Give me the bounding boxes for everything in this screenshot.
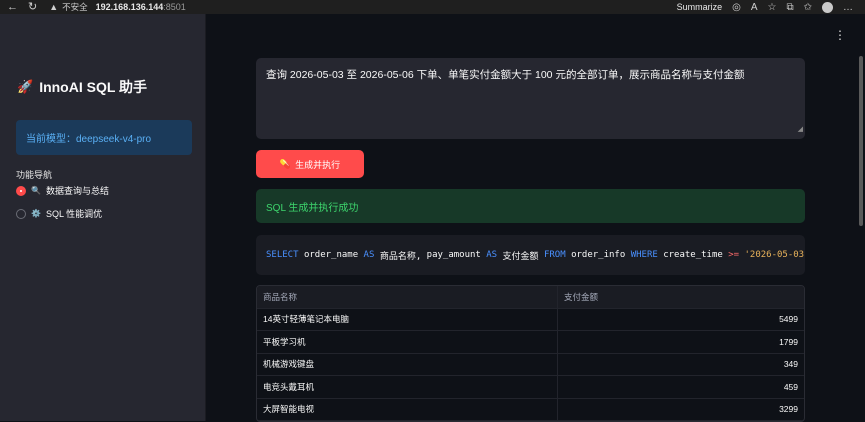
- url-host: 192.168.136.144:8501: [95, 2, 186, 12]
- profile-avatar[interactable]: [822, 1, 833, 13]
- cell-product-name[interactable]: 平板学习机: [257, 331, 558, 353]
- sql-keyword: AS: [363, 250, 375, 260]
- nav-heading: 功能导航: [16, 170, 53, 180]
- sql-keyword: WHERE: [630, 250, 658, 260]
- more-menu-icon[interactable]: …: [843, 2, 853, 13]
- sql-operator: >=: [728, 250, 740, 260]
- result-table[interactable]: 商品名称 支付金额 14英寸轻薄笔记本电脑 5499 平板学习机 1799 机械…: [256, 285, 805, 422]
- cell-pay-amount[interactable]: 3299: [558, 399, 804, 421]
- table-row: 14英寸轻薄笔记本电脑 5499: [257, 308, 804, 331]
- gear-icon: ⚙️: [31, 209, 41, 218]
- cell-product-name[interactable]: 大屏智能电视: [257, 398, 558, 420]
- current-model-info: 当前模型：deepseek-v4-pro: [16, 120, 192, 155]
- rocket-icon: 🚀: [17, 79, 34, 94]
- magnifier-icon: 🔍: [31, 186, 41, 195]
- sql-keyword: SELECT: [266, 250, 299, 260]
- sql-identifier: 支付金额: [502, 251, 539, 262]
- sql-identifier: pay_amount: [426, 250, 481, 260]
- sql-keyword: FROM: [543, 250, 566, 260]
- sql-identifier: order_name: [303, 250, 359, 260]
- summarize-button[interactable]: Summarize: [677, 2, 723, 12]
- sidebar: 🚀 InnoAI SQL 助手 当前模型：deepseek-v4-pro 功能导…: [0, 14, 206, 421]
- query-text: 查询 2026-05-03 至 2026-05-06 下单、单笔实付金额大于 1…: [266, 69, 745, 81]
- success-message: SQL 生成并执行成功: [266, 202, 359, 214]
- table-row: 机械游戏键盘 349: [257, 353, 804, 376]
- main-menu-icon[interactable]: ⋮: [834, 29, 846, 41]
- extensions-icon[interactable]: ⧉: [786, 2, 793, 13]
- nav-option-label: 数据查询与总结: [45, 186, 109, 196]
- cell-pay-amount[interactable]: 1799: [558, 331, 804, 353]
- table-row: 电竞头戴耳机 459: [257, 376, 804, 399]
- read-aloud-icon[interactable]: A: [751, 2, 758, 13]
- nav-option-label: SQL 性能调优: [45, 209, 103, 219]
- summarize-icon[interactable]: ◎: [732, 2, 741, 13]
- insecure-label: 不安全: [62, 2, 88, 12]
- cell-pay-amount[interactable]: 459: [558, 376, 804, 398]
- app-title: 🚀 InnoAI SQL 助手: [17, 77, 147, 97]
- cell-pay-amount[interactable]: 349: [558, 354, 804, 376]
- address-bar[interactable]: ▲ 不安全 192.168.136.144:8501: [49, 1, 186, 13]
- cell-product-name[interactable]: 机械游戏键盘: [257, 353, 558, 375]
- browser-toolbar: ← ↻ ▲ 不安全 192.168.136.144:8501 Summarize…: [0, 0, 865, 14]
- query-textarea[interactable]: 查询 2026-05-03 至 2026-05-06 下单、单笔实付金额大于 1…: [256, 58, 805, 139]
- table-row: 大屏智能电视 3299: [257, 398, 804, 421]
- sql-identifier: order_info: [571, 250, 626, 260]
- column-header-amount[interactable]: 支付金额: [558, 286, 804, 308]
- current-model-label: 当前模型：deepseek-v4-pro: [26, 134, 152, 145]
- radio-selected-icon[interactable]: [16, 185, 26, 196]
- generate-execute-label: 生成并执行: [295, 159, 341, 170]
- pill-icon: 💊: [279, 158, 292, 169]
- column-header-name[interactable]: 商品名称: [257, 286, 558, 308]
- nav-option-data-query[interactable]: 🔍 数据查询与总结: [16, 184, 109, 197]
- cell-product-name[interactable]: 14英寸轻薄笔记本电脑: [257, 308, 558, 330]
- sql-code-block: SELECT order_name AS 商品名称, pay_amount AS…: [256, 235, 805, 275]
- main-content: ⋮ 查询 2026-05-03 至 2026-05-06 下单、单笔实付金额大于…: [206, 14, 865, 422]
- url-port: :8501: [163, 2, 186, 12]
- radio-unselected-icon[interactable]: [16, 208, 26, 219]
- back-arrow-icon[interactable]: ←: [7, 0, 18, 14]
- nav-option-sql-tuning[interactable]: ⚙️ SQL 性能调优: [16, 207, 102, 220]
- sql-keyword: AS: [486, 250, 498, 260]
- table-header-row: 商品名称 支付金额: [257, 286, 804, 309]
- sql-string: '2026-05-03': [744, 250, 806, 260]
- favorites-list-icon[interactable]: ✩: [804, 2, 812, 13]
- generate-execute-button[interactable]: 💊 生成并执行: [256, 150, 364, 178]
- sql-identifier: create_time: [663, 250, 723, 260]
- favorite-star-icon[interactable]: ☆: [768, 2, 777, 13]
- sql-identifier: 商品名称,: [379, 251, 422, 262]
- reload-icon[interactable]: ↻: [28, 0, 37, 14]
- app-title-text: InnoAI SQL 助手: [39, 79, 148, 95]
- success-alert: SQL 生成并执行成功: [256, 189, 805, 223]
- resize-handle-icon[interactable]: ◢: [798, 123, 803, 137]
- cell-product-name[interactable]: 电竞头戴耳机: [257, 376, 558, 398]
- page-scrollbar[interactable]: [859, 56, 863, 226]
- table-row: 平板学习机 1799: [257, 331, 804, 354]
- warning-triangle-icon[interactable]: ▲: [49, 2, 58, 12]
- cell-pay-amount[interactable]: 5499: [558, 309, 804, 331]
